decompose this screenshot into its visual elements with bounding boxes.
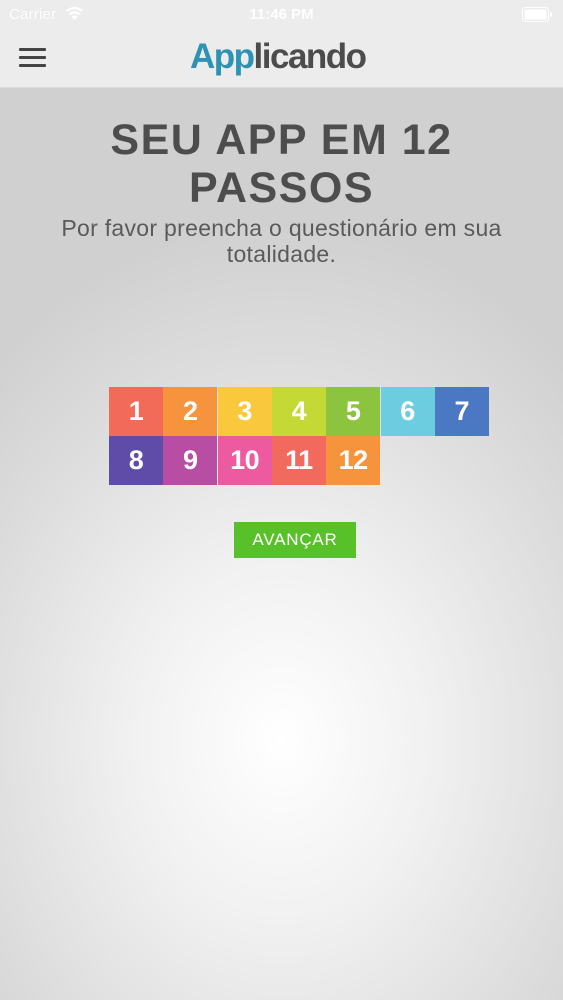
step-tile-9[interactable]: 9	[163, 436, 218, 485]
page-title: SEU APP EM 12 PASSOS	[0, 116, 563, 212]
menu-bar-line	[19, 48, 46, 51]
status-bar: Carrier 11:46 PM	[0, 0, 563, 30]
page-subtitle: Por favor preencha o questionário em sua…	[61, 215, 502, 267]
step-tile-2[interactable]: 2	[163, 387, 218, 436]
advance-button[interactable]: AVANÇAR	[234, 522, 356, 558]
app-screen: Carrier 11:46 PM Applicando SEU APP EM 1…	[0, 0, 563, 1000]
step-tile-12[interactable]: 12	[326, 436, 381, 485]
logo-rest: licando	[253, 37, 368, 76]
page-title-line-1: SEU APP EM 12	[110, 116, 453, 164]
step-tile-5[interactable]: 5	[326, 387, 381, 436]
applicando-logo: Applicando	[190, 34, 368, 82]
step-tile-11[interactable]: 11	[271, 436, 326, 485]
battery-icon	[522, 7, 552, 22]
status-time: 11:46 PM	[249, 6, 314, 23]
step-tile-4[interactable]: 4	[271, 387, 326, 436]
step-tile-6[interactable]: 6	[380, 387, 435, 436]
menu-bar-line	[19, 56, 46, 59]
step-tile-7[interactable]: 7	[434, 387, 489, 436]
hamburger-menu-icon[interactable]	[19, 46, 47, 70]
logo-highlight: App	[190, 37, 255, 76]
step-tile-8[interactable]: 8	[109, 436, 163, 485]
step-tile-1[interactable]: 1	[109, 387, 163, 436]
page-title-line-2: PASSOS	[188, 164, 375, 212]
step-tile-10[interactable]: 10	[217, 436, 272, 485]
navigation-bar: Applicando	[0, 30, 563, 88]
menu-bar-line	[19, 64, 46, 67]
step-tile-3[interactable]: 3	[217, 387, 272, 436]
